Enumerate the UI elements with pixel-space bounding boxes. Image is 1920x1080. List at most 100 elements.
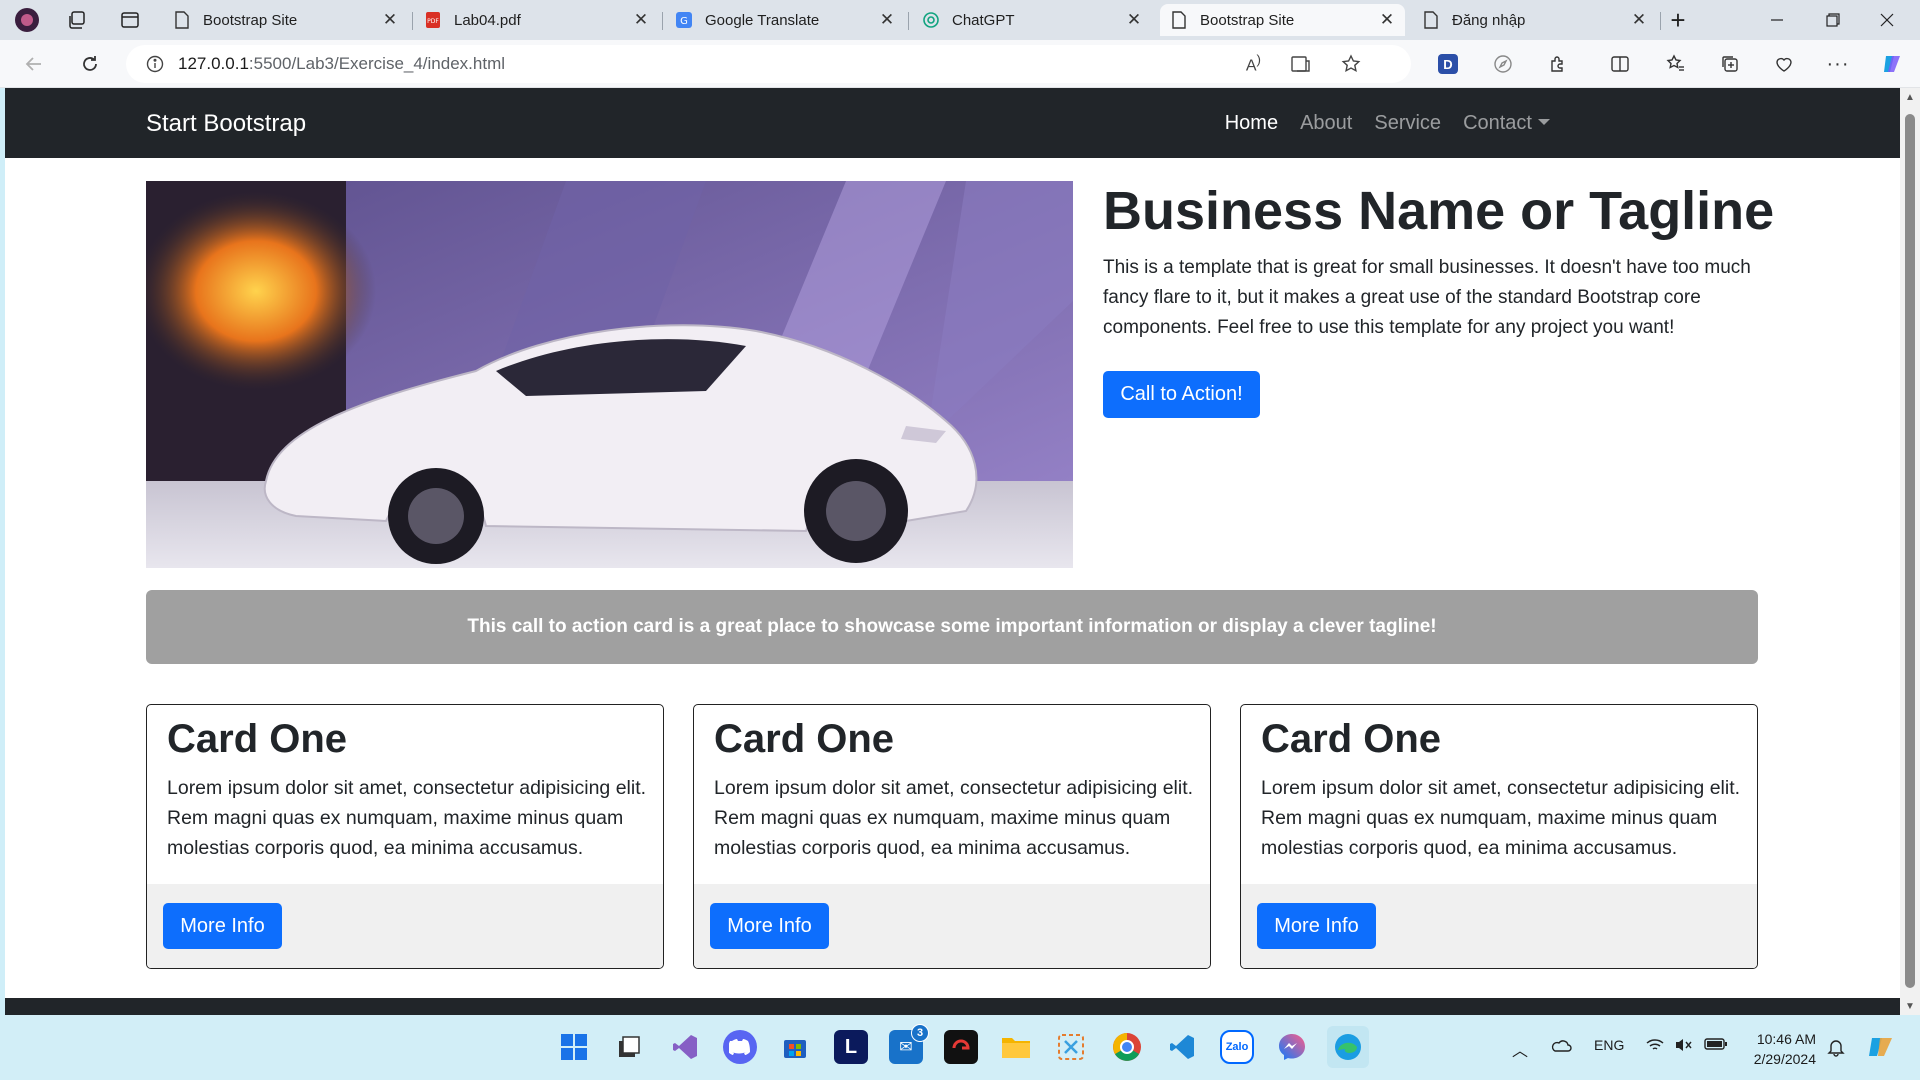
scroll-down-icon[interactable]: ▼ [1904,1001,1916,1013]
page-icon [173,11,191,29]
nav-home[interactable]: Home [1225,112,1278,135]
copilot-icon[interactable] [1876,48,1908,80]
site-info-icon[interactable] [146,55,164,73]
discord-icon[interactable] [723,1030,757,1064]
close-icon[interactable]: ✕ [1379,10,1395,29]
zalo-icon[interactable]: Zalo [1220,1030,1254,1064]
card-text: Lorem ipsum dolor sit amet, consectetur … [1261,777,1741,859]
card-title: Card One [1261,717,1442,761]
page-scrollbar[interactable]: ▲ ▼ [1900,88,1920,1015]
language-indicator[interactable]: ENG [1594,1037,1624,1053]
nav-links: Home About Service Contact [1225,112,1550,135]
caret-down-icon [1538,119,1550,125]
page-viewport: Start Bootstrap Home About Service Conta… [5,88,1900,1015]
close-icon[interactable]: ✕ [879,10,895,29]
scroll-up-icon[interactable]: ▲ [1904,92,1916,104]
volume-muted-icon[interactable] [1674,1037,1694,1056]
show-hidden-icons-icon[interactable]: ︿ [1512,1037,1528,1061]
chrome-icon[interactable] [1110,1030,1144,1064]
navbar-brand[interactable]: Start Bootstrap [146,110,306,138]
visual-studio-icon[interactable] [668,1030,702,1064]
notifications-bell-icon[interactable] [1826,1037,1846,1060]
profile-avatar[interactable] [12,6,42,34]
browser-tab-active[interactable]: Bootstrap Site ✕ [1160,4,1405,36]
favorite-star-icon[interactable] [1341,54,1361,74]
new-tab-icon[interactable]: + [1663,5,1693,35]
hero-image [146,181,1073,568]
clock-time: 10:46 AM [1756,1031,1816,1047]
tab-label: Bootstrap Site [1200,11,1295,29]
restore-icon[interactable] [1818,6,1848,34]
messenger-icon[interactable] [1275,1030,1309,1064]
favorites-icon[interactable] [1660,48,1692,80]
file-explorer-icon[interactable] [999,1030,1033,1064]
edge-icon[interactable] [1327,1026,1369,1068]
tab-label: ChatGPT [952,11,1015,29]
browser-tab[interactable]: PDF Lab04.pdf ✕ [414,4,659,36]
tab-label: Bootstrap Site [203,11,298,29]
workspaces-icon[interactable] [62,6,92,34]
outlook-icon[interactable]: ✉ 3 [889,1024,929,1064]
extension-compass-icon[interactable] [1487,48,1519,80]
copilot-taskbar-icon[interactable] [1866,1032,1896,1065]
browser-tab[interactable]: ChatGPT ✕ [912,4,1152,36]
hero-text: This is a template that is great for sma… [1103,257,1751,338]
card-footer: More Info [147,884,663,968]
wifi-icon[interactable] [1645,1037,1665,1056]
garena-icon[interactable] [944,1030,978,1064]
browser-essentials-icon[interactable] [1768,48,1800,80]
extensions-icon[interactable] [1542,48,1574,80]
more-info-button[interactable]: More Info [1257,903,1376,949]
notification-badge: 3 [911,1024,929,1042]
extension-d-icon[interactable]: D [1432,48,1464,80]
address-bar[interactable]: 127.0.0.1:5500/Lab3/Exercise_4/index.htm… [126,45,1411,83]
tab-label: Google Translate [705,11,820,29]
snipping-tool-icon[interactable] [1054,1030,1088,1064]
url-text: 127.0.0.1:5500/Lab3/Exercise_4/index.htm… [178,54,506,73]
system-clock[interactable]: 10:46 AM 2/29/2024 [1754,1029,1816,1069]
browser-tab[interactable]: Bootstrap Site ✕ [163,4,408,36]
close-icon[interactable]: ✕ [1126,10,1142,29]
call-to-action-button[interactable]: Call to Action! [1103,371,1260,418]
onedrive-icon[interactable] [1550,1037,1572,1056]
more-menu-icon[interactable]: ··· [1822,48,1854,80]
card-text: Lorem ipsum dolor sit amet, consectetur … [714,777,1194,859]
call-to-action-card: This call to action card is a great plac… [146,590,1758,664]
read-aloud-icon[interactable]: A) [1246,52,1261,75]
svg-text:G: G [680,16,688,27]
battery-icon[interactable] [1704,1037,1728,1054]
browser-tab-strip: Bootstrap Site ✕ PDF Lab04.pdf ✕ G Googl… [0,0,1920,40]
l-app-icon[interactable]: L [834,1030,868,1064]
card-title: Card One [714,717,895,761]
close-icon[interactable]: ✕ [382,10,398,29]
nav-service[interactable]: Service [1374,112,1441,135]
card-text: Lorem ipsum dolor sit amet, consectetur … [167,777,647,859]
minimize-icon[interactable] [1762,6,1792,34]
hero-title: Business Name or Tagline [1103,181,1775,241]
back-icon[interactable] [18,48,50,80]
nav-contact-dropdown[interactable]: Contact [1463,112,1550,135]
close-icon[interactable]: ✕ [1631,10,1647,29]
more-info-button[interactable]: More Info [710,903,829,949]
close-icon[interactable]: ✕ [633,10,649,29]
more-info-button[interactable]: More Info [163,903,282,949]
immersive-reader-icon[interactable] [1291,55,1311,73]
task-view-icon[interactable] [612,1030,646,1064]
browser-tab[interactable]: Đăng nhập ✕ [1412,4,1657,36]
reload-icon[interactable] [74,48,106,80]
start-icon[interactable] [557,1030,591,1064]
tab-label: Lab04.pdf [454,11,521,29]
collections-icon[interactable] [1714,48,1746,80]
vscode-icon[interactable] [1165,1030,1199,1064]
browser-tab[interactable]: G Google Translate ✕ [665,4,905,36]
clock-date: 2/29/2024 [1753,1051,1816,1067]
scrollbar-thumb[interactable] [1905,114,1915,988]
vertical-tabs-icon[interactable] [115,6,145,34]
info-card: Card One Lorem ipsum dolor sit amet, con… [693,704,1211,969]
card-footer: More Info [694,884,1210,968]
split-screen-icon[interactable] [1604,48,1636,80]
window-close-icon[interactable] [1872,6,1902,34]
nav-about[interactable]: About [1300,112,1352,135]
card-title: Card One [167,717,348,761]
microsoft-store-icon[interactable] [778,1030,812,1064]
